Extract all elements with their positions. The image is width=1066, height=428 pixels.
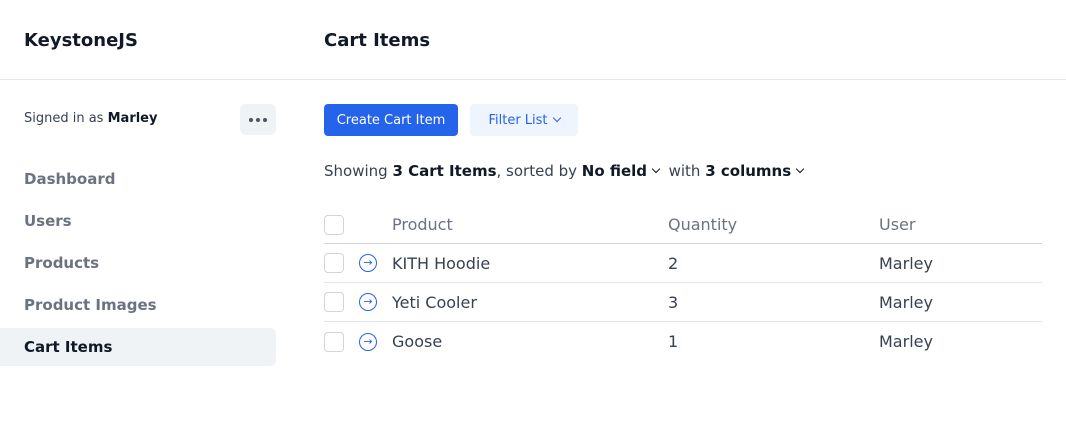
sidebar-item-users[interactable]: Users (0, 202, 276, 240)
cell-user: Marley (879, 292, 933, 312)
more-dots-icon (263, 117, 267, 122)
signed-in-prefix: Signed in as (24, 111, 104, 126)
cart-items-table: Product Quantity User → KITH Hoodie 2 Ma… (324, 206, 1042, 361)
table-row: → KITH Hoodie 2 Marley (324, 244, 1042, 283)
select-all-checkbox[interactable] (324, 214, 344, 235)
chevron-down-icon (651, 164, 661, 174)
sidebar-nav: Dashboard Users Products Product Images … (0, 160, 276, 370)
chevron-down-icon (795, 164, 805, 174)
summary-with: with (668, 162, 701, 180)
page-title: Cart Items (324, 30, 431, 51)
table-row: → Yeti Cooler 3 Marley (324, 283, 1042, 322)
more-options-button[interactable] (240, 104, 276, 135)
column-header-user[interactable]: User (879, 215, 915, 234)
header-divider (0, 79, 1066, 80)
sort-field-label: No field (581, 162, 648, 180)
columns-dropdown[interactable]: 3 columns (705, 162, 805, 180)
summary-prefix: Showing (324, 162, 388, 180)
cell-user: Marley (879, 253, 933, 273)
cell-product: KITH Hoodie (392, 253, 491, 273)
sort-field-dropdown[interactable]: No field (581, 162, 661, 180)
row-checkbox[interactable] (324, 253, 344, 273)
sidebar-item-dashboard[interactable]: Dashboard (0, 160, 276, 198)
column-header-product[interactable]: Product (392, 215, 453, 234)
summary-sorted-by: , sorted by (496, 162, 578, 180)
cell-product: Yeti Cooler (392, 292, 477, 312)
table-row: → Goose 1 Marley (324, 322, 1042, 361)
arrow-right-circle-icon[interactable]: → (359, 293, 377, 311)
summary-count: 3 Cart Items (392, 162, 497, 180)
brand-logo-text[interactable]: KeystoneJS (24, 30, 138, 51)
row-checkbox[interactable] (324, 331, 344, 352)
filter-list-label: Filter List (488, 112, 548, 128)
table-header: Product Quantity User (324, 206, 1042, 244)
signed-in-user: Marley (107, 111, 158, 126)
cell-user: Marley (879, 332, 933, 351)
sidebar-item-cart-items[interactable]: Cart Items (0, 328, 276, 366)
cell-product: Goose (392, 332, 443, 351)
cell-quantity: 3 (668, 292, 679, 312)
sidebar-item-products[interactable]: Products (0, 244, 276, 282)
chevron-down-icon (552, 113, 561, 123)
cell-quantity: 2 (668, 253, 679, 273)
create-cart-item-button[interactable]: Create Cart Item (324, 104, 458, 136)
arrow-right-circle-icon[interactable]: → (359, 254, 377, 272)
arrow-right-circle-icon[interactable]: → (359, 332, 377, 351)
cell-quantity: 1 (668, 332, 679, 351)
filter-list-button[interactable]: Filter List (470, 104, 578, 136)
row-checkbox[interactable] (324, 292, 344, 312)
more-dots-icon (249, 117, 253, 122)
column-header-quantity[interactable]: Quantity (668, 215, 737, 234)
sidebar-item-product-images[interactable]: Product Images (0, 286, 276, 324)
columns-label: 3 columns (705, 162, 792, 180)
list-summary: Showing 3 Cart Items, sorted by No field… (324, 162, 805, 180)
more-dots-icon (256, 117, 260, 122)
signed-in-status: Signed in as Marley (24, 111, 157, 126)
